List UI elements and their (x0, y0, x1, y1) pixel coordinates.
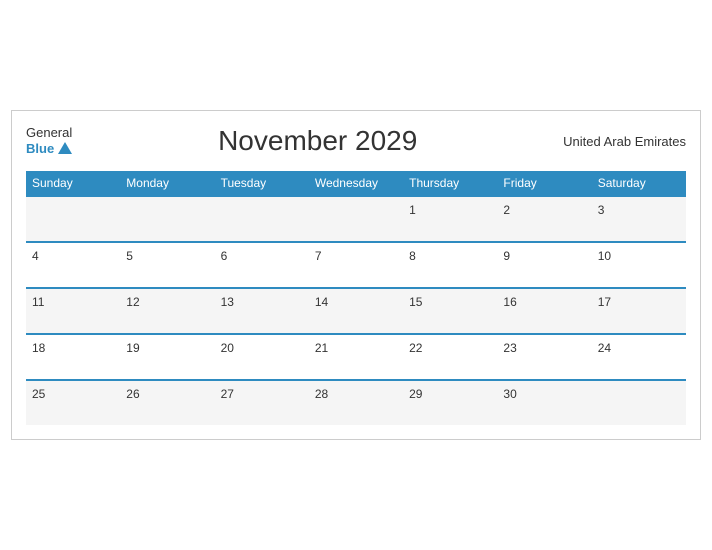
calendar-day-cell: 13 (215, 288, 309, 334)
calendar-day-cell: 15 (403, 288, 497, 334)
calendar-day-cell (309, 196, 403, 242)
calendar-day-cell: 26 (120, 380, 214, 425)
calendar-day-cell: 27 (215, 380, 309, 425)
calendar-day-cell: 2 (497, 196, 591, 242)
calendar-day-cell: 10 (592, 242, 686, 288)
calendar-week-row: 252627282930 (26, 380, 686, 425)
calendar-header: General Blue November 2029 United Arab E… (26, 121, 686, 161)
calendar-day-cell (215, 196, 309, 242)
header-sunday: Sunday (26, 171, 120, 196)
calendar-week-row: 18192021222324 (26, 334, 686, 380)
calendar-day-cell (592, 380, 686, 425)
calendar-day-cell: 29 (403, 380, 497, 425)
calendar-title: November 2029 (72, 125, 563, 157)
calendar-day-cell: 6 (215, 242, 309, 288)
calendar-day-cell: 23 (497, 334, 591, 380)
calendar-week-row: 45678910 (26, 242, 686, 288)
calendar-day-cell: 3 (592, 196, 686, 242)
calendar-day-cell: 8 (403, 242, 497, 288)
logo-blue-text: Blue (26, 141, 72, 156)
calendar-day-cell: 1 (403, 196, 497, 242)
header-thursday: Thursday (403, 171, 497, 196)
calendar-day-cell: 19 (120, 334, 214, 380)
calendar-day-cell: 4 (26, 242, 120, 288)
header-tuesday: Tuesday (215, 171, 309, 196)
calendar-day-cell: 5 (120, 242, 214, 288)
calendar-day-cell: 30 (497, 380, 591, 425)
calendar-day-cell: 18 (26, 334, 120, 380)
calendar-day-cell: 9 (497, 242, 591, 288)
calendar-day-cell: 25 (26, 380, 120, 425)
days-header-row: Sunday Monday Tuesday Wednesday Thursday… (26, 171, 686, 196)
calendar-day-cell: 16 (497, 288, 591, 334)
header-monday: Monday (120, 171, 214, 196)
calendar-day-cell (26, 196, 120, 242)
header-saturday: Saturday (592, 171, 686, 196)
header-wednesday: Wednesday (309, 171, 403, 196)
calendar-day-cell: 21 (309, 334, 403, 380)
calendar-table: Sunday Monday Tuesday Wednesday Thursday… (26, 171, 686, 425)
calendar-day-cell (120, 196, 214, 242)
calendar-day-cell: 22 (403, 334, 497, 380)
calendar-country: United Arab Emirates (563, 134, 686, 149)
logo-area: General Blue (26, 126, 72, 155)
calendar-week-row: 123 (26, 196, 686, 242)
header-friday: Friday (497, 171, 591, 196)
logo-general-text: General (26, 126, 72, 140)
calendar-day-cell: 20 (215, 334, 309, 380)
calendar-day-cell: 14 (309, 288, 403, 334)
calendar-week-row: 11121314151617 (26, 288, 686, 334)
logo-triangle-icon (58, 142, 72, 154)
calendar-container: General Blue November 2029 United Arab E… (11, 110, 701, 440)
calendar-day-cell: 28 (309, 380, 403, 425)
calendar-day-cell: 17 (592, 288, 686, 334)
calendar-day-cell: 24 (592, 334, 686, 380)
calendar-day-cell: 11 (26, 288, 120, 334)
calendar-day-cell: 12 (120, 288, 214, 334)
calendar-day-cell: 7 (309, 242, 403, 288)
